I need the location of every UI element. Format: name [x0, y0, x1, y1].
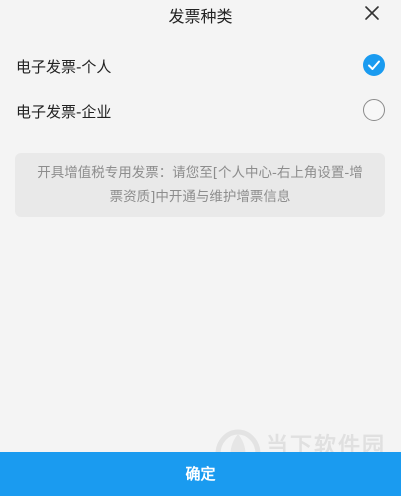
option-label: 电子发票-企业 [16, 103, 112, 121]
checkmark-icon [368, 60, 380, 70]
close-icon[interactable] [363, 4, 381, 22]
checked-radio-icon[interactable] [363, 54, 385, 76]
option-company-invoice[interactable]: 电子发票-企业 [0, 91, 401, 131]
option-personal-invoice[interactable]: 电子发票-个人 [0, 46, 401, 86]
confirm-button[interactable]: 确定 [0, 452, 401, 496]
unchecked-radio-icon[interactable] [363, 99, 385, 121]
dialog-title: 发票种类 [168, 7, 233, 26]
dialog-header: 发票种类 [0, 0, 401, 30]
option-label: 电子发票-个人 [16, 58, 112, 76]
vat-invoice-notice: 开具增值税专用发票：请您至[个人中心-右上角设置-增票资质]中开通与维护增票信息 [15, 153, 385, 217]
